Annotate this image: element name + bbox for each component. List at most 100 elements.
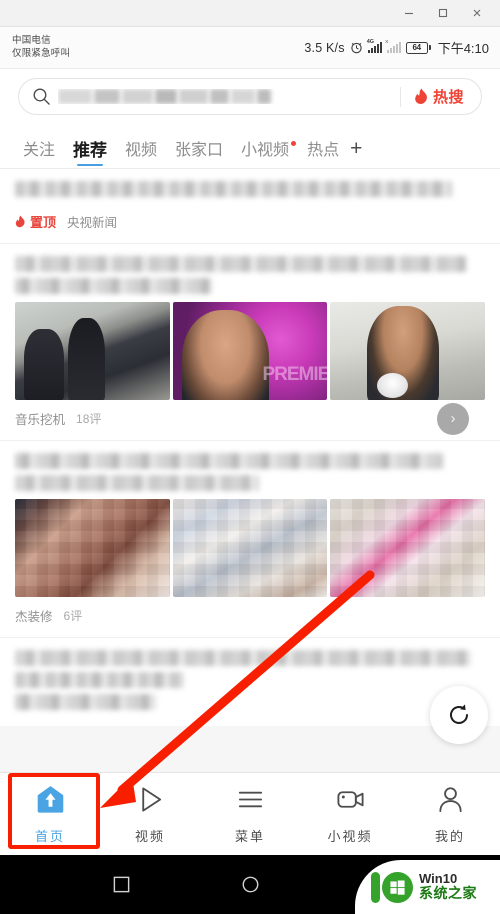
flame-icon: [15, 215, 25, 228]
thumbnail-row: [15, 499, 486, 597]
headline-blurred-line1: [15, 453, 443, 469]
headline-blurred-line2: [15, 672, 185, 688]
add-channel-button[interactable]: +: [348, 138, 364, 168]
feed-item-comments: 6评: [63, 609, 83, 623]
minimize-icon[interactable]: [392, 1, 426, 25]
status-clock: 下午4:10: [437, 41, 489, 56]
tab-label: 推荐: [73, 141, 108, 160]
tab-xiaoshipin[interactable]: 小视频: [232, 141, 298, 168]
thumbnail-image[interactable]: [15, 499, 170, 597]
tab-label: 关注: [23, 142, 56, 159]
carrier-status: 仅限紧急呼叫: [12, 47, 71, 59]
recents-icon[interactable]: [112, 875, 131, 894]
headline-blurred-line2: [15, 475, 260, 491]
bottom-nav-label: 菜单: [234, 828, 265, 844]
network-speed: 3.5 K/s: [304, 40, 345, 55]
category-tab-bar: 关注 推荐 视频 张家口 小视频 热点 +: [0, 125, 500, 169]
phone-status-bar: 中国电信 仅限紧急呼叫 3.5 K/s 4G × 64 下午4:10: [0, 27, 500, 69]
feed-item-meta: 置顶 央视新闻: [15, 203, 485, 243]
tab-badge-dot: [291, 141, 297, 146]
active-tab-indicator: [77, 163, 104, 166]
thumbnail-row: [15, 302, 486, 400]
refresh-button[interactable]: [430, 686, 488, 744]
bottom-nav-menu[interactable]: 菜单: [200, 784, 300, 845]
signal-icon: 4G: [366, 39, 382, 53]
video-camera-icon: [335, 784, 366, 818]
headline-blurred-line1: [15, 650, 471, 666]
watermark: Win10 系统之家: [355, 860, 500, 914]
thumbnail-image[interactable]: [330, 499, 486, 597]
watermark-line1: Win10: [419, 871, 458, 887]
carrier-name: 中国电信: [12, 34, 51, 46]
thumbnail-image[interactable]: [15, 302, 170, 400]
headline-blurred-line3: [15, 694, 156, 710]
close-icon[interactable]: [460, 1, 494, 25]
feed-item[interactable]: 音乐挖机 18评 ›: [0, 243, 500, 440]
feed-item[interactable]: 置顶 央视新闻: [0, 169, 500, 243]
person-icon: [435, 784, 466, 818]
watermark-line2: 系统之家: [419, 885, 477, 902]
headline-blurred: [15, 181, 453, 197]
bottom-nav-bar: 首页 视频 菜单 小视频 我的: [0, 772, 500, 855]
maximize-icon[interactable]: [426, 1, 460, 25]
tab-redian[interactable]: 热点: [298, 143, 348, 168]
flame-icon: [415, 88, 427, 104]
tab-label: 视频: [125, 142, 158, 159]
next-arrow-icon[interactable]: ›: [437, 402, 469, 435]
tab-shipin[interactable]: 视频: [116, 143, 166, 168]
headline-blurred-line1: [15, 256, 467, 272]
home-icon: [35, 784, 66, 818]
search-icon: [32, 87, 51, 106]
menu-icon: [235, 784, 266, 818]
feed-item-source[interactable]: 杰装修: [15, 606, 53, 625]
feed-item-source[interactable]: 央视新闻: [67, 212, 117, 231]
bottom-nav-mine[interactable]: 我的: [400, 784, 500, 845]
bottom-nav-home[interactable]: 首页: [0, 784, 100, 845]
bottom-nav-shortvideo[interactable]: 小视频: [300, 784, 400, 845]
news-feed: 置顶 央视新闻 音乐挖机 18评 ›: [0, 169, 500, 726]
bottom-nav-label: 首页: [34, 828, 65, 844]
tab-tuijian[interactable]: 推荐: [64, 142, 116, 168]
status-icons: 3.5 K/s 4G × 64 下午4:10: [304, 38, 489, 57]
battery-icon: 64: [405, 41, 431, 54]
refresh-icon: [450, 704, 468, 724]
feed-item[interactable]: 杰装修 6评: [0, 440, 500, 637]
no-service-icon: ×: [384, 39, 389, 46]
search-bar[interactable]: 热搜: [18, 78, 482, 115]
alarm-icon: [350, 41, 363, 54]
feed-item-meta: 音乐挖机 18评 ›: [15, 400, 485, 440]
windows-glyph-icon: [390, 880, 405, 895]
thumbnail-image[interactable]: [330, 302, 486, 400]
tab-zhangjiakou[interactable]: 张家口: [166, 143, 232, 168]
signal-secondary-icon: ×: [384, 39, 401, 53]
tab-guanzhu[interactable]: 关注: [14, 143, 64, 168]
headline-blurred-line2: [15, 278, 213, 294]
bottom-nav-label: 视频: [134, 828, 165, 844]
tab-label: 热点: [307, 142, 340, 159]
feed-item[interactable]: [0, 637, 500, 726]
thumbnail-image[interactable]: [172, 499, 328, 597]
home-circle-icon[interactable]: [241, 875, 260, 894]
play-icon: [135, 784, 166, 818]
tab-label: 小视频: [241, 142, 290, 159]
thumbnail-image[interactable]: [172, 302, 328, 400]
app-root: 中国电信 仅限紧急呼叫 3.5 K/s 4G × 64 下午4:10 热搜 关注…: [0, 0, 500, 914]
search-input[interactable]: [58, 89, 394, 104]
hot-search-label: 热搜: [432, 89, 464, 106]
pinned-badge: 置顶: [15, 212, 56, 231]
hot-search-button[interactable]: 热搜: [401, 86, 481, 107]
battery-level: 64: [412, 43, 422, 52]
window-titlebar: [0, 0, 500, 27]
carrier-info: 中国电信 仅限紧急呼叫: [12, 35, 70, 61]
feed-item-comments: 18评: [76, 412, 102, 426]
win10-logo-icon: [371, 871, 413, 903]
watermark-text: Win10 系统之家: [419, 872, 477, 901]
feed-item-source[interactable]: 音乐挖机: [15, 409, 65, 428]
feed-item-meta: 杰装修 6评: [15, 597, 485, 637]
signal-type-label: 4G: [366, 39, 375, 45]
bottom-nav-video[interactable]: 视频: [100, 784, 200, 845]
pinned-label: 置顶: [30, 215, 57, 230]
bottom-nav-label: 我的: [434, 828, 465, 844]
bottom-nav-label: 小视频: [327, 828, 373, 844]
signal-bars-secondary: [386, 42, 401, 53]
